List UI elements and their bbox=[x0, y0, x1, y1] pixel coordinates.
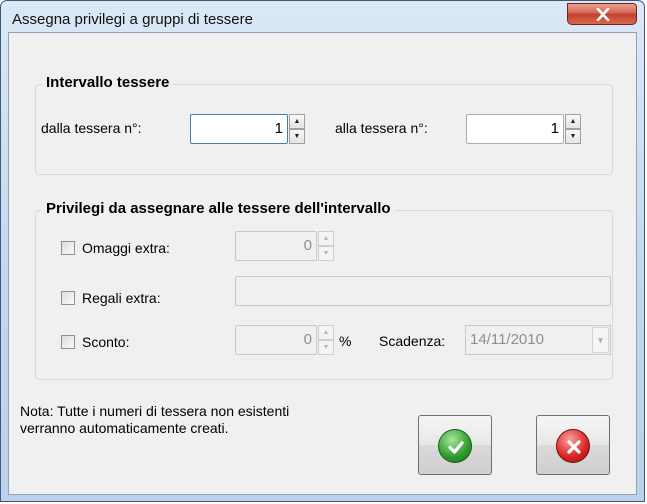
from-card-spinner[interactable]: ▲ ▼ bbox=[289, 114, 305, 144]
sconto-spinner[interactable]: ▲ ▼ bbox=[318, 325, 334, 355]
close-icon bbox=[596, 8, 610, 21]
from-card-input[interactable]: 1 bbox=[190, 114, 288, 144]
cancel-button[interactable] bbox=[536, 415, 610, 475]
cancel-orb bbox=[556, 429, 590, 463]
sconto-label: Sconto: bbox=[82, 334, 130, 350]
spin-down-icon[interactable]: ▼ bbox=[318, 246, 334, 261]
range-legend: Intervallo tessere bbox=[42, 74, 174, 91]
window-title: Assegna privilegi a gruppi di tessere bbox=[12, 11, 253, 28]
to-card-spinner[interactable]: ▲ ▼ bbox=[565, 114, 581, 144]
ok-button[interactable] bbox=[418, 415, 492, 475]
from-card-label: dalla tessera n°: bbox=[41, 120, 142, 136]
to-card-input[interactable]: 1 bbox=[466, 114, 564, 144]
omaggi-label: Omaggi extra: bbox=[82, 240, 170, 256]
spin-down-icon[interactable]: ▼ bbox=[318, 340, 334, 355]
sconto-checkbox[interactable] bbox=[61, 335, 75, 349]
spin-up-icon[interactable]: ▲ bbox=[565, 114, 581, 129]
regali-checkbox[interactable] bbox=[61, 291, 75, 305]
to-card-label: alla tessera n°: bbox=[335, 120, 428, 136]
info-note: Nota: Tutte i numeri di tessera non esis… bbox=[20, 403, 290, 436]
scadenza-label: Scadenza: bbox=[379, 333, 446, 349]
title-bar[interactable]: Assegna privilegi a gruppi di tessere bbox=[1, 1, 644, 33]
spin-up-icon[interactable]: ▲ bbox=[318, 231, 334, 246]
dialog-window: Assegna privilegi a gruppi di tessere In… bbox=[0, 0, 645, 502]
spin-up-icon[interactable]: ▲ bbox=[289, 114, 305, 129]
sconto-input[interactable]: 0 bbox=[235, 325, 317, 355]
scadenza-value: 14/11/2010 bbox=[470, 331, 544, 348]
chevron-down-icon[interactable]: ▼ bbox=[592, 327, 609, 353]
omaggi-checkbox[interactable] bbox=[61, 241, 75, 255]
percent-label: % bbox=[339, 333, 352, 349]
omaggi-input[interactable]: 0 bbox=[235, 231, 317, 261]
spin-up-icon[interactable]: ▲ bbox=[318, 325, 334, 340]
spin-down-icon[interactable]: ▼ bbox=[565, 129, 581, 144]
regali-label: Regali extra: bbox=[82, 290, 161, 306]
scadenza-date-picker[interactable]: 14/11/2010 ▼ bbox=[465, 325, 611, 355]
regali-input[interactable] bbox=[235, 276, 611, 306]
x-icon bbox=[567, 440, 581, 454]
close-button[interactable] bbox=[567, 3, 637, 25]
spin-down-icon[interactable]: ▼ bbox=[289, 129, 305, 144]
checkmark-icon bbox=[448, 441, 464, 454]
dialog-body: Intervallo tessere dalla tessera n°: 1 ▲… bbox=[8, 32, 637, 495]
privileges-legend: Privilegi da assegnare alle tessere dell… bbox=[42, 200, 395, 217]
ok-orb bbox=[438, 429, 472, 463]
omaggi-spinner[interactable]: ▲ ▼ bbox=[318, 231, 334, 261]
